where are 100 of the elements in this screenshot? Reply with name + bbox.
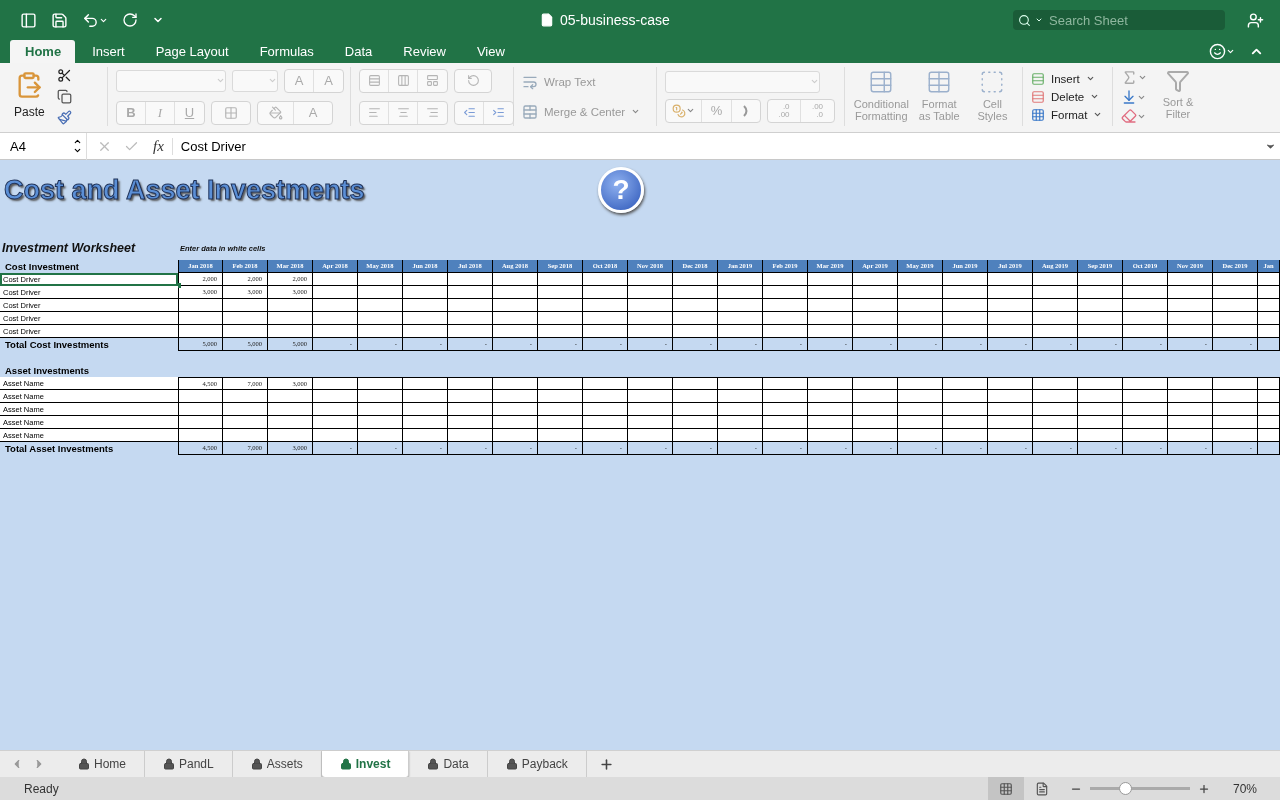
input-cell[interactable]: [403, 312, 448, 325]
input-cell[interactable]: [628, 299, 673, 312]
input-cell[interactable]: [1258, 377, 1280, 390]
input-cell[interactable]: [898, 403, 943, 416]
input-cell[interactable]: [628, 325, 673, 338]
input-cell[interactable]: [403, 299, 448, 312]
insert-cells-button[interactable]: Insert: [1031, 71, 1103, 86]
input-cell[interactable]: [943, 286, 988, 299]
input-cell[interactable]: [1258, 390, 1280, 403]
input-cell[interactable]: [1213, 312, 1258, 325]
input-cell[interactable]: [1033, 390, 1078, 403]
input-cell[interactable]: [853, 377, 898, 390]
input-cell[interactable]: [358, 325, 403, 338]
input-cell[interactable]: [403, 429, 448, 442]
input-cell[interactable]: [1213, 429, 1258, 442]
input-cell[interactable]: [1213, 299, 1258, 312]
input-cell[interactable]: [898, 429, 943, 442]
input-cell[interactable]: [358, 312, 403, 325]
input-cell[interactable]: [628, 416, 673, 429]
input-cell[interactable]: [313, 273, 358, 286]
input-cell[interactable]: [718, 429, 763, 442]
search-field[interactable]: Search Sheet: [1013, 10, 1225, 30]
input-cell[interactable]: [1168, 416, 1213, 429]
input-cell[interactable]: [313, 403, 358, 416]
input-cell[interactable]: [403, 325, 448, 338]
input-cell[interactable]: [808, 403, 853, 416]
input-cell[interactable]: [178, 416, 223, 429]
input-cell[interactable]: [718, 416, 763, 429]
input-cell[interactable]: [358, 273, 403, 286]
input-cell[interactable]: [448, 286, 493, 299]
input-cell[interactable]: [1123, 273, 1168, 286]
input-cell[interactable]: [898, 312, 943, 325]
input-cell[interactable]: [1213, 273, 1258, 286]
input-cell[interactable]: [538, 325, 583, 338]
input-cell[interactable]: [1033, 312, 1078, 325]
input-cell[interactable]: [1078, 416, 1123, 429]
input-cell[interactable]: [493, 429, 538, 442]
input-cell[interactable]: [583, 299, 628, 312]
formula-field[interactable]: Cost Driver: [172, 138, 1265, 154]
input-cell[interactable]: [853, 286, 898, 299]
input-cell[interactable]: [673, 429, 718, 442]
input-cell[interactable]: [313, 286, 358, 299]
input-cell[interactable]: [403, 403, 448, 416]
input-cell[interactable]: [1168, 429, 1213, 442]
eraser-icon[interactable]: [1121, 108, 1147, 124]
input-cell[interactable]: [1258, 325, 1280, 338]
input-cell[interactable]: [1033, 273, 1078, 286]
input-cell[interactable]: [1033, 299, 1078, 312]
input-cell[interactable]: [493, 325, 538, 338]
input-cell[interactable]: [943, 403, 988, 416]
input-cell[interactable]: [493, 273, 538, 286]
input-cell[interactable]: [853, 429, 898, 442]
input-cell[interactable]: [808, 286, 853, 299]
input-cell[interactable]: [583, 286, 628, 299]
input-cell[interactable]: [493, 312, 538, 325]
input-cell[interactable]: [628, 429, 673, 442]
input-cell[interactable]: [1213, 325, 1258, 338]
insert-function-button[interactable]: fx: [153, 137, 173, 155]
input-cell[interactable]: [313, 312, 358, 325]
input-cell[interactable]: [898, 273, 943, 286]
ribbon-tab[interactable]: Home: [10, 40, 76, 63]
input-cell[interactable]: [268, 390, 313, 403]
input-cell[interactable]: [358, 416, 403, 429]
input-cell[interactable]: [988, 377, 1033, 390]
input-cell[interactable]: [583, 390, 628, 403]
input-cell[interactable]: [718, 390, 763, 403]
input-cell[interactable]: [763, 416, 808, 429]
input-cell[interactable]: [853, 312, 898, 325]
normal-view-button[interactable]: [988, 777, 1024, 800]
paste-button[interactable]: Paste: [8, 67, 51, 126]
ribbon-tab[interactable]: View: [461, 40, 519, 63]
input-cell[interactable]: [718, 403, 763, 416]
input-cell[interactable]: [943, 299, 988, 312]
smiley-icon[interactable]: [1209, 43, 1235, 60]
input-cell[interactable]: [538, 312, 583, 325]
input-cell[interactable]: [763, 312, 808, 325]
undo-icon[interactable]: [82, 11, 108, 29]
name-box[interactable]: A4: [0, 132, 87, 160]
input-cell[interactable]: [1258, 403, 1280, 416]
input-cell[interactable]: [673, 273, 718, 286]
input-cell[interactable]: [358, 429, 403, 442]
input-cell[interactable]: [1123, 403, 1168, 416]
input-cell[interactable]: [943, 325, 988, 338]
input-cell[interactable]: [673, 377, 718, 390]
input-cell[interactable]: [853, 390, 898, 403]
input-cell[interactable]: [313, 377, 358, 390]
input-cell[interactable]: [1123, 377, 1168, 390]
input-cell[interactable]: [1213, 286, 1258, 299]
input-cell[interactable]: [943, 416, 988, 429]
input-cell[interactable]: [718, 299, 763, 312]
input-cell[interactable]: [493, 299, 538, 312]
input-cell[interactable]: [223, 403, 268, 416]
input-cell[interactable]: [1168, 312, 1213, 325]
input-cell[interactable]: [898, 390, 943, 403]
input-cell[interactable]: [943, 312, 988, 325]
sidebar-icon[interactable]: [20, 11, 37, 29]
input-cell[interactable]: [853, 403, 898, 416]
input-cell[interactable]: [1033, 403, 1078, 416]
input-cell[interactable]: [718, 325, 763, 338]
ribbon-tab[interactable]: Formulas: [244, 40, 328, 63]
